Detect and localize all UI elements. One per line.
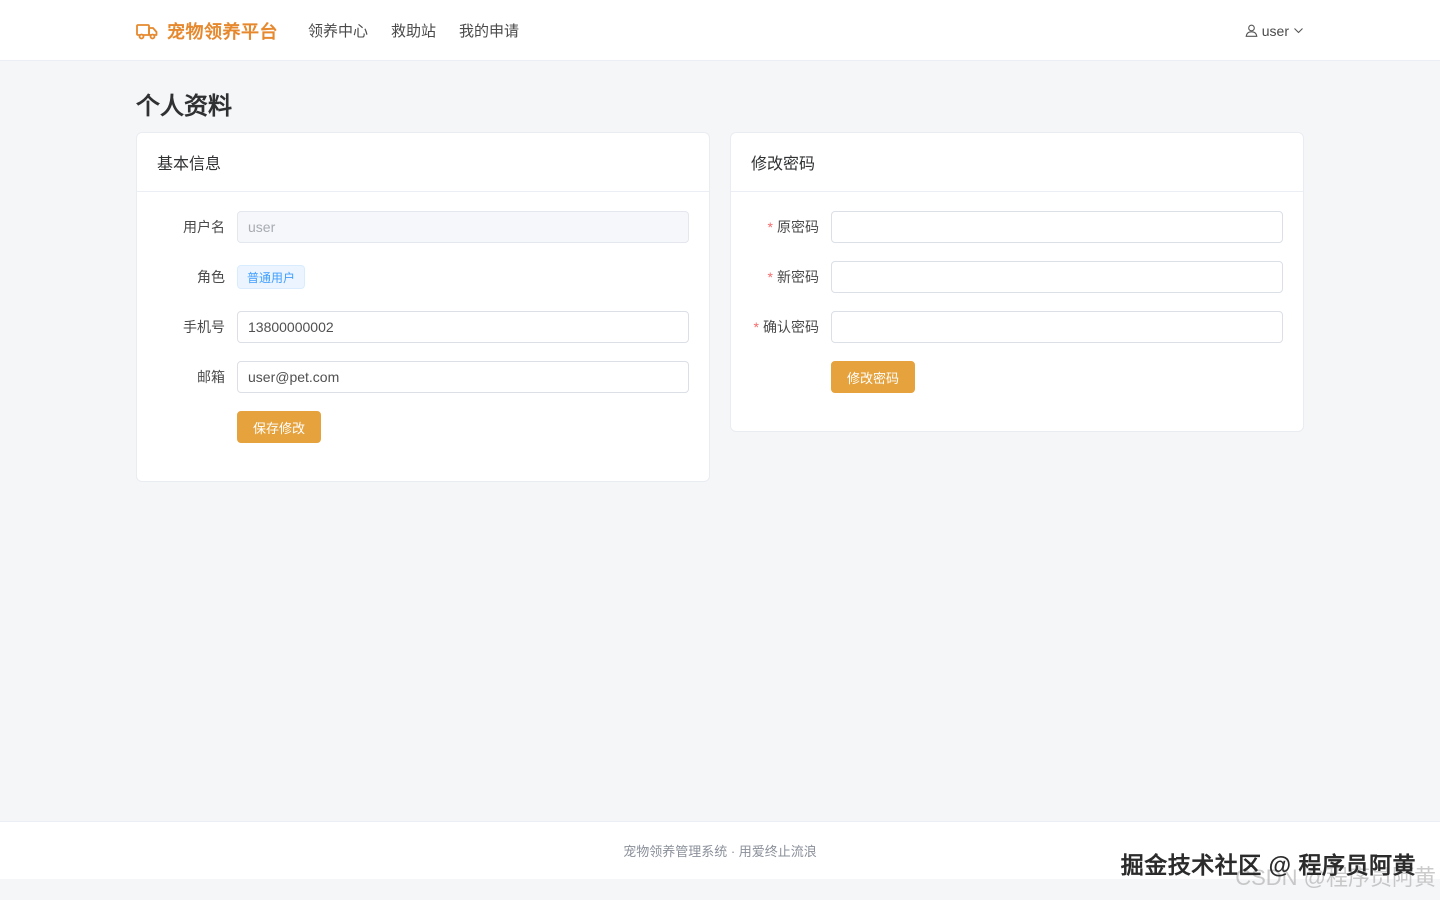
phone-value: 13800000002 bbox=[248, 319, 334, 335]
basic-info-card: 基本信息 用户名 user 角色 普通用户 手机号 13800000002 邮箱… bbox=[136, 132, 710, 482]
email-value: user@pet.com bbox=[248, 369, 340, 385]
old-password-label-text: 原密码 bbox=[777, 219, 819, 235]
username-row: 用户名 user bbox=[137, 211, 689, 243]
required-mark: * bbox=[753, 319, 759, 335]
role-row: 角色 普通用户 bbox=[137, 261, 306, 293]
user-dropdown[interactable]: user bbox=[1245, 0, 1304, 61]
new-password-field[interactable] bbox=[831, 261, 1283, 293]
brand-name: 宠物领养平台 bbox=[167, 21, 278, 42]
main-nav: 领养中心 救助站 我的申请 bbox=[308, 20, 542, 41]
save-button[interactable]: 保存修改 bbox=[237, 411, 322, 443]
change-password-title: 修改密码 bbox=[731, 133, 1303, 192]
footer-text: 宠物领养管理系统 · 用爱终止流浪 bbox=[623, 844, 817, 859]
phone-row: 手机号 13800000002 bbox=[137, 311, 689, 343]
nav-item-rescue-station[interactable]: 救助站 bbox=[391, 20, 436, 41]
phone-field[interactable]: 13800000002 bbox=[237, 311, 689, 343]
change-password-button[interactable]: 修改密码 bbox=[831, 361, 916, 393]
brand-logo[interactable]: 宠物领养平台 bbox=[136, 18, 278, 44]
confirm-password-label-text: 确认密码 bbox=[763, 319, 819, 335]
watermark: 掘金技术社区 @ 程序员阿黄 bbox=[1120, 852, 1416, 878]
role-tag: 普通用户 bbox=[237, 265, 306, 289]
phone-label: 手机号 bbox=[183, 319, 225, 335]
required-mark: * bbox=[767, 219, 773, 235]
change-password-card: 修改密码 * 原密码 * 新密码 * 确认密码 修改密码 bbox=[730, 132, 1304, 432]
old-password-row: * 原密码 bbox=[731, 211, 1283, 243]
username-field: user bbox=[237, 211, 689, 243]
confirm-password-field[interactable] bbox=[831, 311, 1283, 343]
nav-item-my-applications[interactable]: 我的申请 bbox=[459, 20, 519, 41]
confirm-password-row: * 确认密码 bbox=[731, 311, 1283, 343]
change-password-submit-row: 修改密码 bbox=[831, 361, 916, 393]
user-name: user bbox=[1261, 22, 1289, 39]
email-row: 邮箱 user@pet.com bbox=[137, 361, 689, 393]
email-label: 邮箱 bbox=[197, 369, 225, 385]
save-row: 保存修改 bbox=[237, 411, 322, 443]
chevron-down-icon bbox=[1293, 25, 1304, 36]
email-field[interactable]: user@pet.com bbox=[237, 361, 689, 393]
basic-info-title: 基本信息 bbox=[137, 133, 709, 192]
navbar-inner: 宠物领养平台 领养中心 救助站 我的申请 user bbox=[136, 0, 1304, 61]
new-password-label-text: 新密码 bbox=[777, 269, 819, 285]
new-password-label: * 新密码 bbox=[731, 267, 831, 287]
page-title: 个人资料 bbox=[136, 93, 232, 120]
new-password-row: * 新密码 bbox=[731, 261, 1283, 293]
old-password-label: * 原密码 bbox=[731, 217, 831, 237]
nav-item-adoption-center[interactable]: 领养中心 bbox=[308, 20, 368, 41]
username-label: 用户名 bbox=[183, 219, 225, 235]
old-password-field[interactable] bbox=[831, 211, 1283, 243]
required-mark: * bbox=[767, 269, 773, 285]
truck-icon bbox=[136, 22, 158, 40]
confirm-password-label: * 确认密码 bbox=[731, 317, 831, 337]
username-value: user bbox=[248, 219, 276, 235]
top-navbar: 宠物领养平台 领养中心 救助站 我的申请 user bbox=[0, 0, 1440, 61]
user-icon bbox=[1245, 24, 1258, 37]
role-label: 角色 bbox=[197, 269, 225, 285]
